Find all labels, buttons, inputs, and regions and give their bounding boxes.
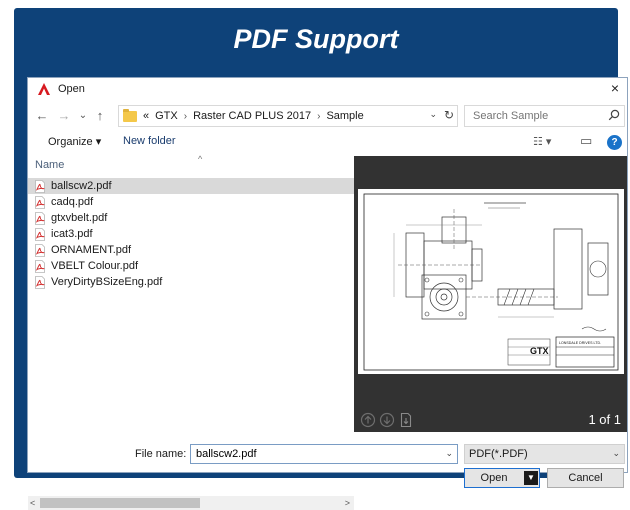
filename-combobox: ⌄ bbox=[190, 444, 458, 464]
breadcrumb-overflow[interactable]: « bbox=[143, 110, 149, 122]
folder-icon bbox=[123, 108, 137, 122]
address-dropdown-icon[interactable]: ⌄ bbox=[429, 109, 437, 120]
file-list-item[interactable]: VBELT Colour.pdf bbox=[28, 258, 354, 274]
open-button-label: Open bbox=[480, 472, 508, 484]
pdf-file-icon bbox=[35, 179, 45, 193]
pdf-file-icon bbox=[35, 243, 45, 257]
file-name: ORNAMENT.pdf bbox=[51, 244, 132, 256]
banner-title: PDF Support bbox=[233, 23, 399, 54]
column-header-name[interactable]: Name bbox=[35, 159, 64, 171]
pdf-file-icon bbox=[35, 227, 45, 241]
file-name: ballscw2.pdf bbox=[51, 180, 112, 192]
search-icon[interactable] bbox=[608, 109, 620, 121]
breadcrumb-item-gtx[interactable]: GTX bbox=[155, 110, 178, 122]
breadcrumb-separator: › bbox=[317, 110, 321, 122]
open-button[interactable]: Open ▼ bbox=[464, 468, 540, 488]
open-document-icon[interactable] bbox=[398, 412, 414, 428]
next-page-icon[interactable] bbox=[379, 412, 395, 428]
drawing-logo-text: GTX bbox=[530, 346, 549, 356]
sort-ascending-icon: ^ bbox=[198, 154, 203, 164]
breadcrumb-separator: › bbox=[183, 110, 188, 122]
command-toolbar: Organize ▾ New folder ☷ ▾ ▭ ? bbox=[28, 132, 627, 154]
file-list-item[interactable]: cadq.pdf bbox=[28, 194, 354, 210]
cancel-button[interactable]: Cancel bbox=[547, 468, 624, 488]
pdf-file-icon bbox=[35, 211, 45, 225]
address-row: ← → ⌄ ↑ « GTX › Raster CAD PLUS 2017 › S… bbox=[28, 104, 627, 128]
preview-controls bbox=[360, 412, 414, 428]
help-icon[interactable]: ? bbox=[607, 135, 622, 150]
recent-locations-icon[interactable]: ⌄ bbox=[75, 107, 91, 125]
drawing-company-text: LONSDALE DRIVES LTD. bbox=[559, 341, 601, 345]
pdf-file-icon bbox=[35, 275, 45, 289]
pdf-file-icon bbox=[35, 195, 45, 209]
preview-pane: GTX LONSDALE DRIVES LTD. 1 of 1 bbox=[354, 156, 627, 432]
app-logo-icon bbox=[36, 81, 52, 97]
file-name: gtxvbelt.pdf bbox=[51, 212, 108, 224]
scroll-left-icon[interactable]: < bbox=[30, 496, 35, 510]
preview-pane-icon[interactable]: ▭ bbox=[580, 133, 592, 149]
horizontal-scrollbar[interactable]: < > bbox=[28, 496, 354, 510]
breadcrumb-item-raster-cad[interactable]: Raster CAD PLUS 2017 bbox=[193, 110, 311, 122]
breadcrumb-item-sample[interactable]: Sample bbox=[326, 110, 363, 122]
filename-label: File name: bbox=[135, 448, 187, 460]
file-name: cadq.pdf bbox=[51, 196, 94, 208]
view-options-icon[interactable]: ☷ ▾ bbox=[533, 135, 551, 148]
file-list-item[interactable]: gtxvbelt.pdf bbox=[28, 210, 354, 226]
back-arrow-icon[interactable]: ← bbox=[34, 107, 50, 125]
refresh-icon[interactable]: ↻ bbox=[444, 108, 454, 122]
forward-arrow-icon[interactable]: → bbox=[56, 107, 72, 125]
new-folder-button[interactable]: New folder bbox=[123, 135, 176, 147]
address-bar[interactable]: « GTX › Raster CAD PLUS 2017 › Sample ⌄ … bbox=[118, 105, 458, 127]
slide-frame: PDF Support Open × ← → ⌄ ↑ « GTX › Raste… bbox=[14, 8, 628, 510]
title-bar: Open × bbox=[28, 78, 627, 100]
previous-page-icon[interactable] bbox=[360, 412, 376, 428]
app-logo-icon-svg bbox=[38, 83, 50, 95]
dialog-title: Open bbox=[58, 83, 85, 95]
drawing-preview: GTX LONSDALE DRIVES LTD. bbox=[358, 189, 624, 374]
search-input[interactable] bbox=[471, 109, 601, 123]
technical-drawing-image: GTX LONSDALE DRIVES LTD. bbox=[363, 193, 619, 371]
organize-button[interactable]: Organize ▾ bbox=[48, 135, 101, 148]
filename-input[interactable] bbox=[194, 445, 434, 463]
scroll-right-icon[interactable]: > bbox=[345, 496, 350, 510]
file-type-select[interactable]: PDF(*.PDF) ⌄ bbox=[464, 444, 625, 464]
open-split-dropdown-icon[interactable]: ▼ bbox=[524, 471, 538, 485]
file-list-item[interactable]: VeryDirtyBSizeEng.pdf bbox=[28, 274, 354, 290]
file-list-item[interactable]: icat3.pdf bbox=[28, 226, 354, 242]
search-box bbox=[464, 105, 625, 127]
close-icon[interactable]: × bbox=[607, 80, 623, 96]
filename-dropdown-icon[interactable]: ⌄ bbox=[445, 448, 453, 459]
file-list-item[interactable]: ORNAMENT.pdf bbox=[28, 242, 354, 258]
file-name: VBELT Colour.pdf bbox=[51, 260, 139, 272]
file-list-item[interactable]: ballscw2.pdf bbox=[28, 178, 354, 194]
scrollbar-thumb[interactable] bbox=[40, 498, 200, 508]
file-type-dropdown-icon[interactable]: ⌄ bbox=[612, 448, 620, 459]
open-dialog: Open × ← → ⌄ ↑ « GTX › Raster CAD PLUS 2… bbox=[27, 77, 628, 510]
file-name: VeryDirtyBSizeEng.pdf bbox=[51, 276, 163, 288]
pdf-file-icon bbox=[35, 259, 45, 273]
file-name: icat3.pdf bbox=[51, 228, 93, 240]
up-arrow-icon[interactable]: ↑ bbox=[92, 107, 108, 125]
page-indicator: 1 of 1 bbox=[588, 412, 621, 427]
file-list-pane: Name ^ ballscw2.pdf cadq.pdf gtxvbelt.pdf i… bbox=[28, 154, 354, 510]
file-type-value: PDF(*.PDF) bbox=[469, 448, 528, 460]
file-list: ballscw2.pdf cadq.pdf gtxvbelt.pdf icat3.pd… bbox=[28, 178, 354, 290]
